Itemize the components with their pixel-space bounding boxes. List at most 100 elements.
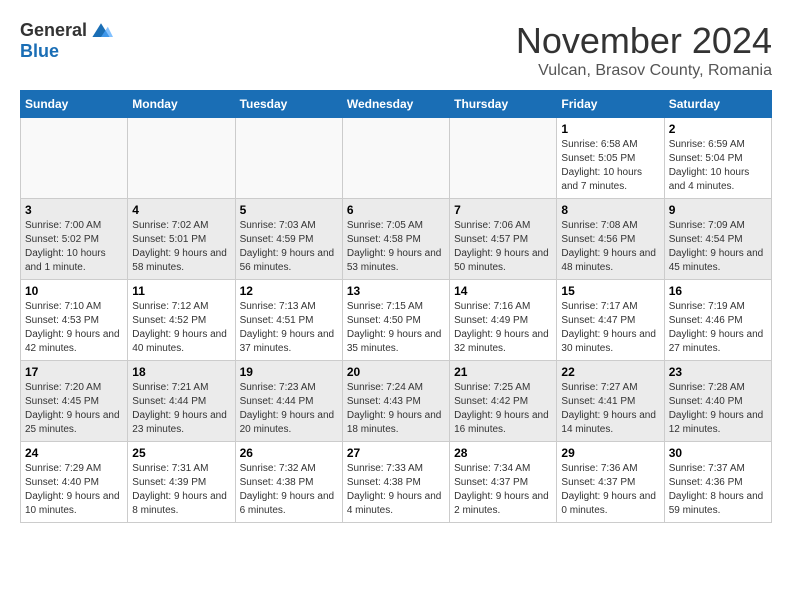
day-info: Sunrise: 7:17 AM Sunset: 4:47 PM Dayligh…: [561, 300, 659, 356]
day-header-monday: Monday: [128, 91, 235, 118]
day-info: Sunrise: 7:36 AM Sunset: 4:37 PM Dayligh…: [561, 462, 659, 518]
day-header-saturday: Saturday: [664, 91, 771, 118]
day-info: Sunrise: 7:00 AM Sunset: 5:02 PM Dayligh…: [25, 219, 123, 275]
day-number: 24: [25, 446, 123, 460]
day-info: Sunrise: 7:06 AM Sunset: 4:57 PM Dayligh…: [454, 219, 552, 275]
days-header-row: SundayMondayTuesdayWednesdayThursdayFrid…: [21, 91, 772, 118]
day-number: 10: [25, 284, 123, 298]
week-row-1: 1Sunrise: 6:58 AM Sunset: 5:05 PM Daylig…: [21, 118, 772, 199]
day-number: 17: [25, 365, 123, 379]
day-info: Sunrise: 7:24 AM Sunset: 4:43 PM Dayligh…: [347, 381, 445, 437]
day-number: 12: [240, 284, 338, 298]
day-number: 19: [240, 365, 338, 379]
day-number: 28: [454, 446, 552, 460]
day-info: Sunrise: 7:03 AM Sunset: 4:59 PM Dayligh…: [240, 219, 338, 275]
calendar-cell: 10 Sunrise: 7:10 AM Sunset: 4:53 PM Dayli…: [21, 280, 128, 361]
day-info: Sunrise: 7:28 AM Sunset: 4:40 PM Dayligh…: [669, 381, 767, 437]
logo: General Blue: [20, 20, 113, 62]
calendar-cell: 14Sunrise: 7:16 AM Sunset: 4:49 PM Dayli…: [450, 280, 557, 361]
day-header-friday: Friday: [557, 91, 664, 118]
day-info: Sunrise: 7:37 AM Sunset: 4:36 PM Dayligh…: [669, 462, 767, 518]
calendar-cell: [21, 118, 128, 199]
calendar-cell: 16 Sunrise: 7:19 AM Sunset: 4:46 PM Dayli…: [664, 280, 771, 361]
week-row-5: 24Sunrise: 7:29 AM Sunset: 4:40 PM Dayli…: [21, 442, 772, 523]
day-number: 15: [561, 284, 659, 298]
day-number: 20: [347, 365, 445, 379]
day-number: 29: [561, 446, 659, 460]
calendar-cell: 23 Sunrise: 7:28 AM Sunset: 4:40 PM Dayli…: [664, 361, 771, 442]
calendar-cell: [450, 118, 557, 199]
calendar-cell: 19 Sunrise: 7:23 AM Sunset: 4:44 PM Dayli…: [235, 361, 342, 442]
day-header-wednesday: Wednesday: [342, 91, 449, 118]
day-header-thursday: Thursday: [450, 91, 557, 118]
calendar-cell: 17 Sunrise: 7:20 AM Sunset: 4:45 PM Dayli…: [21, 361, 128, 442]
day-number: 9: [669, 203, 767, 217]
day-number: 8: [561, 203, 659, 217]
calendar-cell: 8 Sunrise: 7:08 AM Sunset: 4:56 PM Daylig…: [557, 199, 664, 280]
calendar-cell: 6 Sunrise: 7:05 AM Sunset: 4:58 PM Daylig…: [342, 199, 449, 280]
day-number: 16: [669, 284, 767, 298]
day-number: 2: [669, 122, 767, 136]
day-number: 21: [454, 365, 552, 379]
week-row-4: 17 Sunrise: 7:20 AM Sunset: 4:45 PM Dayli…: [21, 361, 772, 442]
day-number: 7: [454, 203, 552, 217]
day-number: 4: [132, 203, 230, 217]
day-info: Sunrise: 7:10 AM Sunset: 4:53 PM Dayligh…: [25, 300, 123, 356]
day-info: Sunrise: 7:27 AM Sunset: 4:41 PM Dayligh…: [561, 381, 659, 437]
calendar-cell: [235, 118, 342, 199]
calendar-cell: 12 Sunrise: 7:13 AM Sunset: 4:51 PM Dayli…: [235, 280, 342, 361]
calendar-cell: 29 Sunrise: 7:36 AM Sunset: 4:37 PM Dayli…: [557, 442, 664, 523]
calendar-cell: 11Sunrise: 7:12 AM Sunset: 4:52 PM Dayli…: [128, 280, 235, 361]
day-number: 25: [132, 446, 230, 460]
day-info: Sunrise: 7:23 AM Sunset: 4:44 PM Dayligh…: [240, 381, 338, 437]
month-title: November 2024: [516, 20, 772, 62]
calendar-cell: 15 Sunrise: 7:17 AM Sunset: 4:47 PM Dayli…: [557, 280, 664, 361]
calendar-cell: 1Sunrise: 6:58 AM Sunset: 5:05 PM Daylig…: [557, 118, 664, 199]
day-header-tuesday: Tuesday: [235, 91, 342, 118]
day-number: 23: [669, 365, 767, 379]
calendar-cell: [342, 118, 449, 199]
day-header-sunday: Sunday: [21, 91, 128, 118]
day-info: Sunrise: 7:32 AM Sunset: 4:38 PM Dayligh…: [240, 462, 338, 518]
day-info: Sunrise: 7:34 AM Sunset: 4:37 PM Dayligh…: [454, 462, 552, 518]
header: General Blue November 2024 Vulcan, Braso…: [20, 20, 772, 80]
day-info: Sunrise: 7:02 AM Sunset: 5:01 PM Dayligh…: [132, 219, 230, 275]
calendar-cell: 25 Sunrise: 7:31 AM Sunset: 4:39 PM Dayli…: [128, 442, 235, 523]
logo-icon: [89, 21, 113, 41]
calendar-cell: 3 Sunrise: 7:00 AM Sunset: 5:02 PM Daylig…: [21, 199, 128, 280]
day-number: 30: [669, 446, 767, 460]
day-info: Sunrise: 7:21 AM Sunset: 4:44 PM Dayligh…: [132, 381, 230, 437]
day-info: Sunrise: 7:05 AM Sunset: 4:58 PM Dayligh…: [347, 219, 445, 275]
calendar-cell: 24Sunrise: 7:29 AM Sunset: 4:40 PM Dayli…: [21, 442, 128, 523]
calendar-cell: 5 Sunrise: 7:03 AM Sunset: 4:59 PM Daylig…: [235, 199, 342, 280]
calendar: SundayMondayTuesdayWednesdayThursdayFrid…: [20, 90, 772, 523]
day-info: Sunrise: 7:13 AM Sunset: 4:51 PM Dayligh…: [240, 300, 338, 356]
day-info: Sunrise: 7:09 AM Sunset: 4:54 PM Dayligh…: [669, 219, 767, 275]
day-info: Sunrise: 6:59 AM Sunset: 5:04 PM Dayligh…: [669, 138, 767, 194]
day-number: 6: [347, 203, 445, 217]
calendar-cell: 18 Sunrise: 7:21 AM Sunset: 4:44 PM Dayli…: [128, 361, 235, 442]
day-number: 5: [240, 203, 338, 217]
calendar-cell: 21 Sunrise: 7:25 AM Sunset: 4:42 PM Dayli…: [450, 361, 557, 442]
day-number: 18: [132, 365, 230, 379]
subtitle: Vulcan, Brasov County, Romania: [516, 62, 772, 80]
day-number: 27: [347, 446, 445, 460]
day-info: Sunrise: 7:12 AM Sunset: 4:52 PM Dayligh…: [132, 300, 230, 356]
day-info: Sunrise: 7:31 AM Sunset: 4:39 PM Dayligh…: [132, 462, 230, 518]
calendar-cell: 20 Sunrise: 7:24 AM Sunset: 4:43 PM Dayli…: [342, 361, 449, 442]
day-info: Sunrise: 7:20 AM Sunset: 4:45 PM Dayligh…: [25, 381, 123, 437]
calendar-cell: 26Sunrise: 7:32 AM Sunset: 4:38 PM Dayli…: [235, 442, 342, 523]
logo-general-text: General: [20, 20, 87, 41]
calendar-cell: [128, 118, 235, 199]
calendar-cell: 22Sunrise: 7:27 AM Sunset: 4:41 PM Dayli…: [557, 361, 664, 442]
day-number: 1: [561, 122, 659, 136]
logo-blue-text: Blue: [20, 41, 59, 61]
day-info: Sunrise: 7:15 AM Sunset: 4:50 PM Dayligh…: [347, 300, 445, 356]
week-row-2: 3 Sunrise: 7:00 AM Sunset: 5:02 PM Daylig…: [21, 199, 772, 280]
day-info: Sunrise: 7:16 AM Sunset: 4:49 PM Dayligh…: [454, 300, 552, 356]
day-info: Sunrise: 7:08 AM Sunset: 4:56 PM Dayligh…: [561, 219, 659, 275]
title-area: November 2024 Vulcan, Brasov County, Rom…: [516, 20, 772, 80]
day-info: Sunrise: 7:19 AM Sunset: 4:46 PM Dayligh…: [669, 300, 767, 356]
day-number: 3: [25, 203, 123, 217]
day-info: Sunrise: 7:25 AM Sunset: 4:42 PM Dayligh…: [454, 381, 552, 437]
